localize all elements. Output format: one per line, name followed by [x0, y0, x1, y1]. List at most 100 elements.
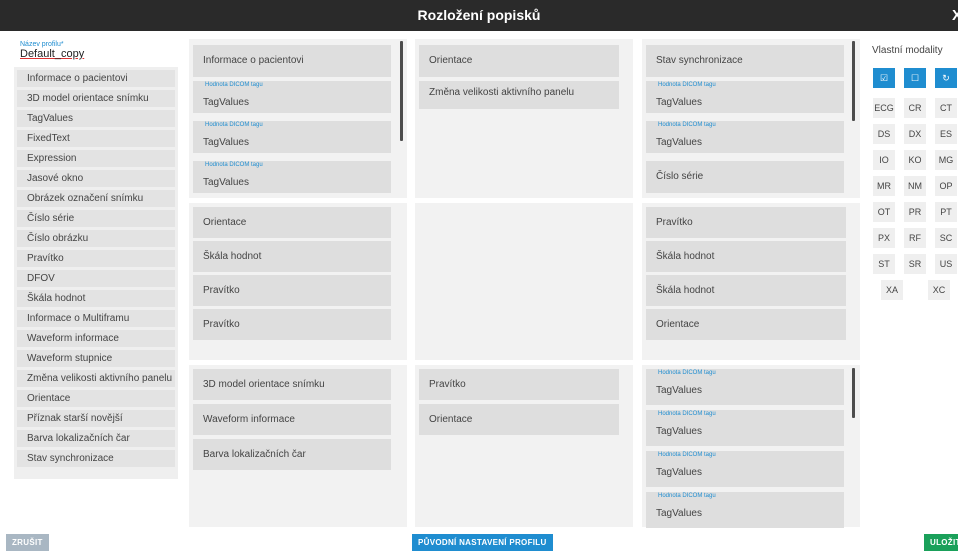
card-label: Orientace [203, 217, 247, 228]
list-item[interactable]: Změna velikosti aktivního panelu [17, 370, 175, 387]
list-item[interactable]: Informace o pacientovi [17, 70, 175, 87]
card-label: TagValues [203, 137, 249, 148]
cancel-button[interactable]: ZRUŠIT [6, 534, 49, 551]
layout-card[interactable]: Waveform informace [193, 404, 391, 435]
list-item[interactable]: Jasové okno [17, 170, 175, 187]
reset-icon[interactable]: ↻ [935, 68, 957, 88]
layout-card[interactable]: Číslo série [646, 161, 844, 193]
modality-toggle[interactable]: DS [873, 124, 895, 144]
layout-card[interactable]: Orientace [419, 404, 619, 435]
list-item[interactable]: TagValues [17, 110, 175, 127]
list-item[interactable]: Příznak starší novější [17, 410, 175, 427]
layout-card[interactable]: Hodnota DICOM tagu TagValues [646, 410, 844, 446]
list-item[interactable]: FixedText [17, 130, 175, 147]
modality-toggle[interactable]: ECG [873, 98, 895, 118]
card-label: Waveform informace [203, 414, 295, 425]
select-all-icon[interactable]: ☑ [873, 68, 895, 88]
deselect-all-icon[interactable]: ☐ [904, 68, 926, 88]
layout-card[interactable]: Orientace [419, 45, 619, 77]
list-item[interactable]: Pravítko [17, 250, 175, 267]
modality-toggle[interactable]: IO [873, 150, 895, 170]
layout-card[interactable]: Hodnota DICOM tagu TagValues [193, 121, 391, 153]
close-icon[interactable]: X [952, 7, 958, 24]
list-item[interactable]: Barva lokalizačních čar [17, 430, 175, 447]
list-item[interactable]: Číslo obrázku [17, 230, 175, 247]
reset-profile-button[interactable]: PŮVODNÍ NASTAVENÍ PROFILU [412, 534, 553, 551]
dicom-tag-label: Hodnota DICOM tagu [205, 162, 263, 168]
dicom-tag-label: Hodnota DICOM tagu [658, 122, 716, 128]
layout-card[interactable]: Pravítko [419, 369, 619, 400]
list-item[interactable]: Škála hodnot [17, 290, 175, 307]
layout-card[interactable]: Hodnota DICOM tagu TagValues [646, 451, 844, 487]
layout-card[interactable]: Stav synchronizace [646, 45, 844, 77]
modality-toggle[interactable]: DX [904, 124, 926, 144]
modality-toggle[interactable]: XC [928, 280, 950, 300]
layout-card[interactable]: Barva lokalizačních čar [193, 439, 391, 470]
layout-card[interactable]: Orientace [193, 207, 391, 238]
modality-toggle[interactable]: CR [904, 98, 926, 118]
card-label: Škála hodnot [656, 251, 715, 262]
save-button[interactable]: ULOŽIT [924, 534, 958, 551]
layout-card[interactable]: Hodnota DICOM tagu TagValues [193, 161, 391, 193]
list-item[interactable]: Obrázek označení snímku [17, 190, 175, 207]
modality-toggle[interactable]: MR [873, 176, 895, 196]
layout-card[interactable]: Hodnota DICOM tagu TagValues [646, 81, 844, 113]
card-label: Změna velikosti aktivního panelu [429, 87, 575, 98]
modality-toggle[interactable]: XA [881, 280, 903, 300]
layout-card[interactable]: 3D model orientace snímku [193, 369, 391, 400]
panel-mid-center [415, 203, 633, 360]
profile-name-field[interactable]: Název profilu* Default_copy [14, 39, 178, 67]
dicom-tag-label: Hodnota DICOM tagu [205, 122, 263, 128]
layout-card[interactable]: Hodnota DICOM tagu TagValues [646, 121, 844, 153]
card-label: Škála hodnot [656, 285, 715, 296]
modality-toggle[interactable]: PR [904, 202, 926, 222]
layout-card[interactable]: Škála hodnot [193, 241, 391, 272]
layout-card[interactable]: Hodnota DICOM tagu TagValues [193, 81, 391, 113]
list-item[interactable]: Waveform stupnice [17, 350, 175, 367]
modality-toggle[interactable]: SR [904, 254, 926, 274]
layout-card[interactable]: Změna velikosti aktivního panelu [419, 81, 619, 109]
window-title: Rozložení popisků [417, 7, 541, 23]
layout-card[interactable]: Škála hodnot [646, 275, 846, 306]
layout-card[interactable]: Hodnota DICOM tagu TagValues [646, 369, 844, 405]
list-item[interactable]: Stav synchronizace [17, 450, 175, 467]
layout-card[interactable]: Pravítko [193, 275, 391, 306]
modality-toggle[interactable]: RF [904, 228, 926, 248]
modality-toggle[interactable]: NM [904, 176, 926, 196]
list-item[interactable]: Waveform informace [17, 330, 175, 347]
profile-name-label: Název profilu* [20, 41, 64, 48]
modalities-title: Vlastní modality [872, 45, 943, 56]
modality-toggle[interactable]: ES [935, 124, 957, 144]
list-item[interactable]: Číslo série [17, 210, 175, 227]
modality-toggle[interactable]: CT [935, 98, 957, 118]
list-item[interactable]: Informace o Multiframu [17, 310, 175, 327]
card-label: 3D model orientace snímku [203, 379, 325, 390]
layout-card[interactable]: Hodnota DICOM tagu TagValues [646, 492, 844, 528]
list-item[interactable]: 3D model orientace snímku [17, 90, 175, 107]
modality-toggle[interactable]: SC [935, 228, 957, 248]
list-item[interactable]: Orientace [17, 390, 175, 407]
layout-card[interactable]: Orientace [646, 309, 846, 340]
card-label: TagValues [656, 385, 702, 396]
list-item[interactable]: Expression [17, 150, 175, 167]
layout-card[interactable]: Pravítko [646, 207, 846, 238]
scrollbar-top-right[interactable] [852, 41, 855, 121]
layout-card[interactable]: Pravítko [193, 309, 391, 340]
list-item[interactable]: DFOV [17, 270, 175, 287]
scrollbar-top-left[interactable] [400, 41, 403, 141]
modality-toggle[interactable]: ST [873, 254, 895, 274]
modality-toggle[interactable]: MG [935, 150, 957, 170]
modality-toggle[interactable]: PT [935, 202, 957, 222]
modality-toggle[interactable]: KO [904, 150, 926, 170]
modality-toggle[interactable]: OT [873, 202, 895, 222]
card-label: Pravítko [429, 379, 466, 390]
available-items-list: Název profilu* Default_copy Informace o … [14, 39, 178, 479]
layout-card[interactable]: Škála hodnot [646, 241, 846, 272]
modality-toggle[interactable]: US [935, 254, 957, 274]
layout-card[interactable]: Informace o pacientovi [193, 45, 391, 77]
profile-name-input[interactable]: Default_copy [20, 48, 172, 60]
modality-toggle[interactable]: PX [873, 228, 895, 248]
scrollbar-bottom-right[interactable] [852, 368, 855, 418]
modality-toggle[interactable]: OP [935, 176, 957, 196]
card-label: Pravítko [203, 285, 240, 296]
